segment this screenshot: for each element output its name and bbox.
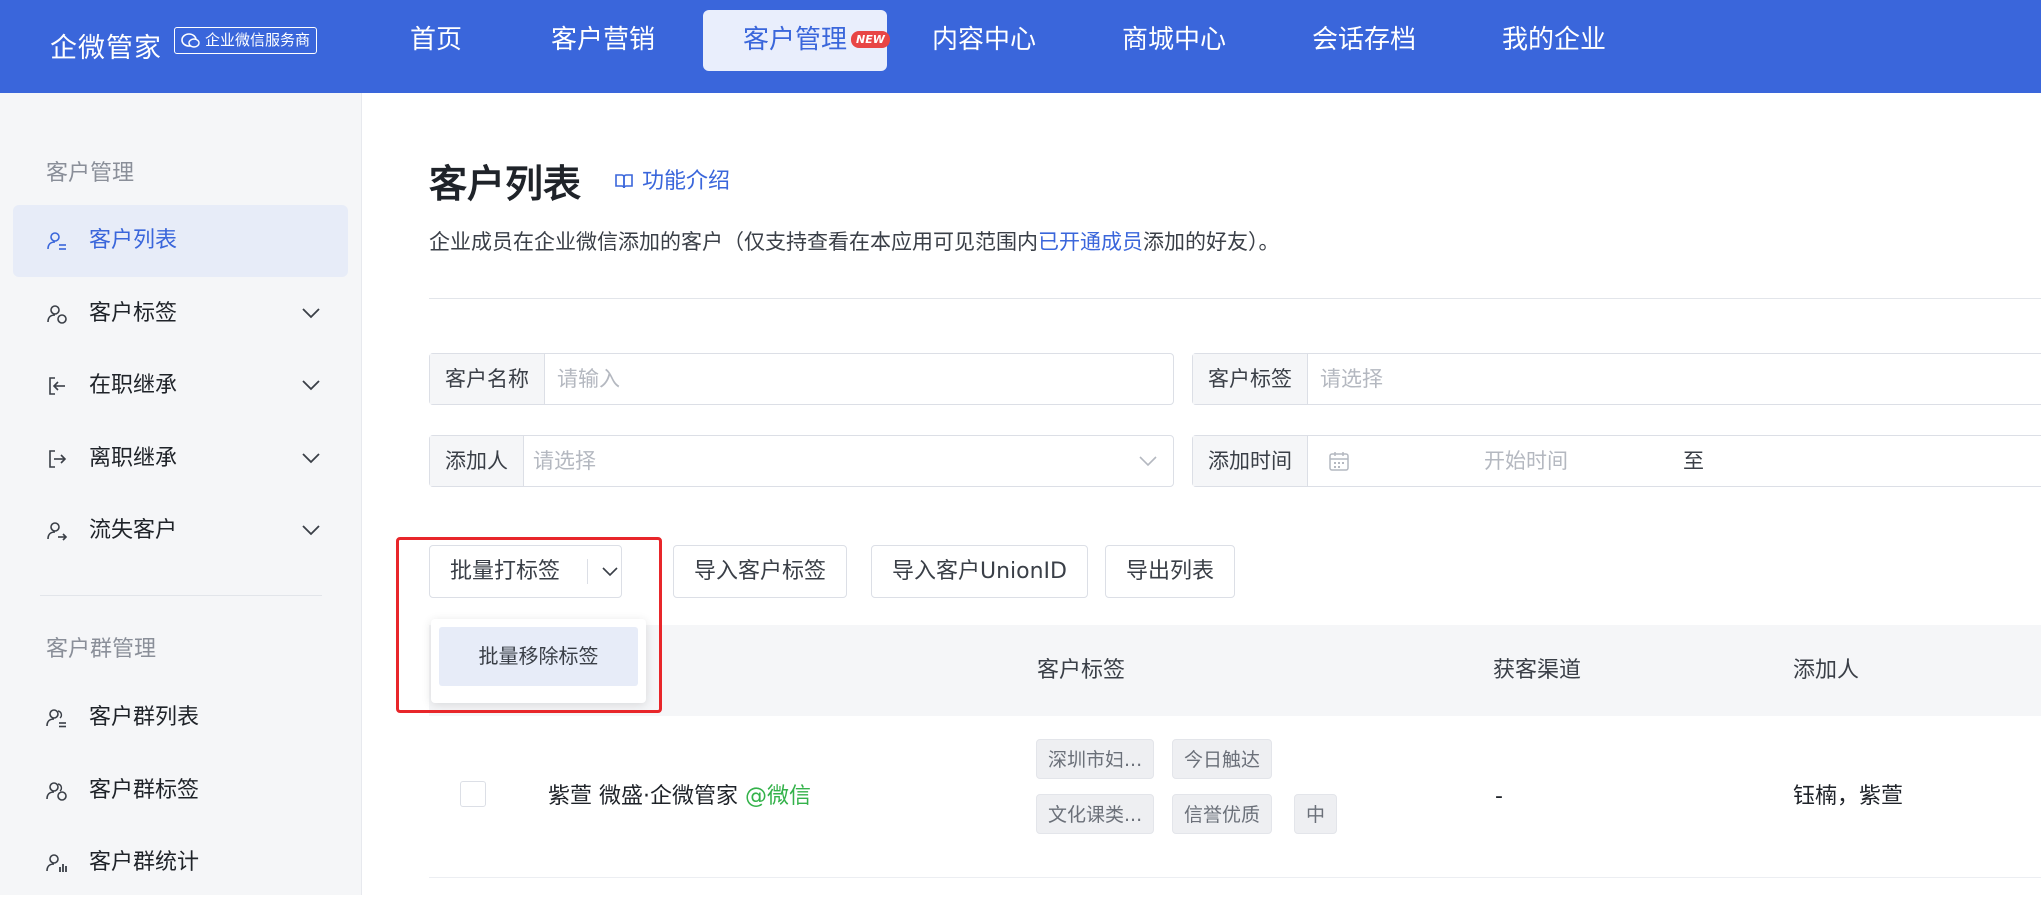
- group-list-icon: [46, 709, 66, 728]
- sidebar-item-group-tags[interactable]: 客户群标签: [13, 755, 348, 827]
- adder-cell: 钰楠，紫萱: [1793, 784, 1904, 809]
- nav-customer-marketing[interactable]: 客户营销: [551, 10, 655, 71]
- import-unionid-button[interactable]: 导入客户UnionID: [871, 545, 1088, 598]
- description-suffix: 添加的好友）。: [1143, 230, 1280, 254]
- user-list-icon: [47, 232, 66, 250]
- sidebar-item-label: 客户群统计: [89, 850, 200, 875]
- nav-my-enterprise[interactable]: 我的企业: [1502, 10, 1606, 71]
- sidebar-item-customer-tags[interactable]: 客户标签: [13, 278, 348, 350]
- sidebar-item-label: 在职继承: [89, 373, 178, 398]
- customer-tag: 今日触达: [1172, 739, 1273, 779]
- main-content: 客户列表 功能介绍 企业成员在企业微信添加的客户（仅支持查看在本应用可见范围内已…: [362, 93, 2041, 895]
- chevron-down-icon: [302, 453, 320, 464]
- batch-remove-tags-option[interactable]: 批量移除标签: [439, 627, 638, 686]
- column-header-channel: 获客渠道: [1493, 658, 1582, 683]
- customer-tag-filter: 客户标签 请选择: [1192, 353, 2041, 405]
- nav-session-archive[interactable]: 会话存档: [1312, 10, 1416, 71]
- batch-tag-label: 批量打标签: [450, 559, 561, 584]
- export-list-button[interactable]: 导出列表: [1105, 545, 1236, 598]
- feature-intro-label: 功能介绍: [642, 169, 731, 194]
- chevron-down-icon: [302, 380, 320, 391]
- description-prefix: 企业成员在企业微信添加的客户（仅支持查看在本应用可见范围内: [429, 230, 1038, 254]
- feature-intro-link[interactable]: 功能介绍: [614, 163, 730, 195]
- nav-customer-management[interactable]: 客户管理 NEW: [703, 10, 890, 71]
- start-time-input[interactable]: 开始时间: [1484, 436, 1634, 486]
- transfer-out-icon: [49, 450, 67, 468]
- sidebar-divider: [40, 595, 322, 596]
- adder-select[interactable]: 请选择: [533, 436, 1113, 486]
- column-header-adder: 添加人: [1793, 658, 1860, 683]
- chevron-down-icon: [302, 525, 320, 536]
- transfer-in-icon: [49, 377, 65, 395]
- user-tag-icon: [47, 305, 67, 324]
- nav-mall-center[interactable]: 商城中心: [1122, 10, 1226, 71]
- adder-filter: 添加人 请选择: [429, 435, 1174, 487]
- chevron-down-icon[interactable]: [601, 566, 619, 578]
- service-provider-text: 企业微信服务商: [205, 31, 311, 49]
- nav-home[interactable]: 首页: [410, 10, 462, 71]
- chevron-down-icon: [302, 308, 320, 319]
- page-title: 客户列表: [429, 162, 582, 206]
- page-description: 企业成员在企业微信添加的客户（仅支持查看在本应用可见范围内已开通成员添加的好友）…: [429, 226, 1280, 256]
- wechat-source-tag: @微信: [745, 784, 812, 809]
- customer-name-input[interactable]: 请输入: [557, 354, 1157, 404]
- sidebar-item-resign-transfer[interactable]: 离职继承: [13, 423, 348, 495]
- top-nav-bar: 企微管家 企业微信服务商 首页 客户营销 客户管理 NEW 内容中心 商城中心 …: [0, 0, 2041, 93]
- sidebar-item-onjob-transfer[interactable]: 在职继承: [13, 350, 348, 422]
- sidebar-item-label: 流失客户: [89, 518, 178, 543]
- customer-tag-select[interactable]: 请选择: [1320, 354, 1920, 404]
- divider: [429, 298, 2041, 299]
- customer-tag: 文化课类...: [1036, 794, 1155, 834]
- channel-cell: -: [1495, 784, 1503, 809]
- chevron-down-icon: [1139, 456, 1157, 467]
- table-row: 紫萱 微盛·企微管家 @微信 深圳市妇... 今日触达 文化课类... 信誉优质…: [429, 716, 2041, 878]
- sidebar-item-customer-list[interactable]: 客户列表: [13, 205, 348, 277]
- batch-tag-dropdown-menu: 批量移除标签: [431, 619, 646, 703]
- split-divider: [587, 559, 588, 584]
- chat-bubble-icon: [181, 33, 200, 48]
- group-tag-icon: [46, 782, 67, 801]
- sidebar-item-label: 客户群标签: [89, 778, 200, 803]
- row-checkbox[interactable]: [460, 781, 486, 807]
- date-range-separator: 至: [1683, 449, 1704, 473]
- sidebar-item-label: 客户标签: [89, 301, 178, 326]
- book-icon: [615, 174, 633, 189]
- customer-name: 紫萱 微盛·企微管家: [548, 784, 738, 809]
- nav-content-center[interactable]: 内容中心: [932, 10, 1036, 71]
- brand-name[interactable]: 企微管家: [50, 26, 162, 65]
- sidebar-item-label: 客户列表: [89, 228, 178, 253]
- new-badge: NEW: [851, 31, 890, 48]
- customer-name-filter: 客户名称 请输入: [429, 353, 1174, 405]
- customer-tag: 信誉优质: [1172, 794, 1273, 834]
- customer-tag: 中: [1294, 794, 1338, 834]
- customer-tag: 深圳市妇...: [1036, 739, 1155, 779]
- sidebar: 客户管理 客户列表 客户标签 在职继承 离职继承 流失客户 客户群管理 客户群列…: [0, 93, 362, 895]
- user-lost-icon: [47, 522, 68, 541]
- nav-customer-management-label: 客户管理: [743, 25, 848, 55]
- import-customer-tags-button[interactable]: 导入客户标签: [673, 545, 848, 598]
- sidebar-item-lost-customers[interactable]: 流失客户: [13, 495, 348, 567]
- add-time-label: 添加时间: [1193, 436, 1308, 486]
- sidebar-group-customer-management: 客户管理: [46, 161, 135, 186]
- sidebar-group-group-management: 客户群管理: [46, 637, 157, 662]
- group-stats-icon: [46, 854, 67, 872]
- calendar-icon: [1329, 452, 1349, 471]
- customer-tag-label: 客户标签: [1193, 354, 1308, 404]
- sidebar-item-label: 客户群列表: [89, 705, 200, 730]
- sidebar-item-group-list[interactable]: 客户群列表: [13, 682, 348, 754]
- customer-name-label: 客户名称: [430, 354, 545, 404]
- table-header: 客户标签 获客渠道 添加人: [429, 625, 2041, 716]
- sidebar-item-label: 离职继承: [89, 446, 178, 471]
- add-time-filter: 添加时间 开始时间 至: [1192, 435, 2041, 487]
- batch-tag-button[interactable]: 批量打标签: [429, 545, 622, 598]
- service-provider-badge: 企业微信服务商: [174, 27, 318, 54]
- customer-name-cell[interactable]: 紫萱 微盛·企微管家 @微信: [548, 716, 811, 878]
- activated-members-link[interactable]: 已开通成员: [1038, 230, 1143, 254]
- column-header-customer-tags: 客户标签: [1037, 658, 1126, 683]
- adder-label: 添加人: [430, 436, 524, 486]
- sidebar-item-group-stats[interactable]: 客户群统计: [13, 827, 348, 899]
